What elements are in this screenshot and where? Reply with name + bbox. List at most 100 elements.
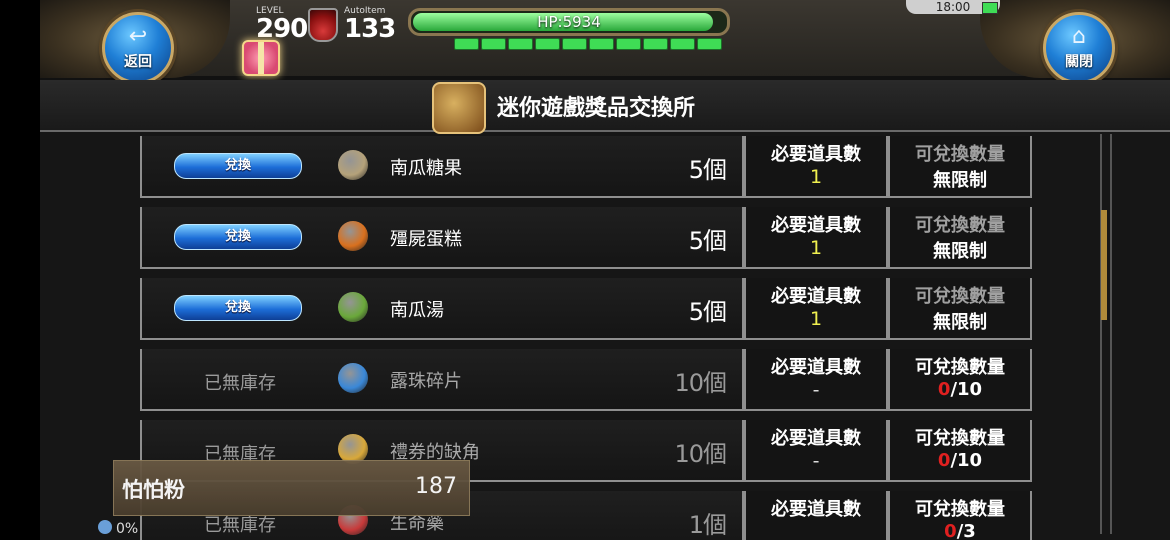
required-header: 必要道具數 <box>771 499 861 520</box>
available-cell: 可兌換數量 無限制 <box>888 278 1032 340</box>
exchange-row: 兌換 殭屍蛋糕 5個 必要道具數 1 可兌換數量 無限制 <box>140 207 1044 271</box>
autoitem-value: 133 <box>344 14 396 44</box>
available-value: 無限制 <box>933 241 987 262</box>
available-header: 可兌換數量 <box>915 215 1005 236</box>
close-button[interactable]: ⌂ 關閉 <box>1043 12 1115 84</box>
item-name: 露珠碎片 <box>390 371 462 392</box>
progress-icon <box>98 520 112 534</box>
required-cell: 必要道具數 1 <box>744 207 888 269</box>
energy-segment <box>481 38 506 50</box>
item-name: 南瓜湯 <box>390 300 444 321</box>
available-cell: 可兌換數量 0/10 <box>888 420 1032 482</box>
required-cell: 必要道具數 1 <box>744 278 888 340</box>
item-cell: 已無庫存 露珠碎片 10個 <box>140 349 744 411</box>
item-cost: 1個 <box>688 511 727 539</box>
available-header: 可兌換數量 <box>915 499 1005 520</box>
back-arrow-icon: ↩ <box>128 24 148 49</box>
energy-segment <box>454 38 479 50</box>
back-button[interactable]: ↩ 返回 <box>102 12 174 84</box>
back-button-label: 返回 <box>124 54 152 70</box>
available-value: 0/10 <box>890 379 1030 400</box>
exchange-row: 兌換 南瓜糖果 5個 必要道具數 1 可兌換數量 無限制 <box>140 136 1044 200</box>
exchange-button[interactable]: 兌換 <box>174 153 302 179</box>
required-cell: 必要道具數 1 <box>744 136 888 198</box>
exchange-button[interactable]: 兌換 <box>174 295 302 321</box>
battery-icon <box>982 2 998 14</box>
available-cell: 可兌換數量 0/3 <box>888 491 1032 540</box>
item-icon <box>338 221 368 251</box>
energy-segment <box>616 38 641 50</box>
item-cost: 5個 <box>688 156 727 184</box>
required-header: 必要道具數 <box>771 144 861 165</box>
available-total: /3 <box>956 521 976 540</box>
energy-segment <box>697 38 722 50</box>
potion-icon <box>308 8 338 42</box>
currency-amount: 187 <box>415 474 457 499</box>
required-header: 必要道具數 <box>771 357 861 378</box>
item-icon <box>338 292 368 322</box>
energy-segment <box>670 38 695 50</box>
currency-panel: 怕怕粉 187 <box>113 460 470 516</box>
autoitem-display: AutoItem 133 <box>344 6 396 44</box>
energy-segment <box>535 38 560 50</box>
available-header: 可兌換數量 <box>915 428 1005 449</box>
currency-name: 怕怕粉 <box>122 478 185 502</box>
available-used: 0 <box>937 379 951 400</box>
item-cost: 10個 <box>674 369 727 397</box>
item-cell: 兌換 殭屍蛋糕 5個 <box>140 207 744 269</box>
available-header: 可兌換數量 <box>915 144 1005 165</box>
close-button-label: 關閉 <box>1065 54 1093 70</box>
item-cost: 5個 <box>688 227 727 255</box>
available-value: 0/10 <box>890 450 1030 471</box>
required-value: 1 <box>809 237 823 259</box>
required-cell: 必要道具數 - <box>744 420 888 482</box>
gift-icon[interactable] <box>242 40 280 76</box>
required-value: - <box>812 450 820 472</box>
hp-text: HP:5934 <box>537 13 601 31</box>
home-icon: ⌂ <box>1072 24 1086 49</box>
exchange-row: 兌換 南瓜湯 5個 必要道具數 1 可兌換數量 無限制 <box>140 278 1044 342</box>
required-value: - <box>812 379 820 401</box>
required-value: 1 <box>809 308 823 330</box>
hp-bar: HP:5934 <box>408 8 730 36</box>
level-display: LEVEL 290 <box>256 6 308 42</box>
available-cell: 可兌換數量 0/10 <box>888 349 1032 411</box>
available-value: 無限制 <box>933 312 987 333</box>
required-cell: 必要道具數 <box>744 491 888 540</box>
available-header: 可兌換數量 <box>915 286 1005 307</box>
item-icon <box>338 363 368 393</box>
required-header: 必要道具數 <box>771 215 861 236</box>
item-name: 南瓜糖果 <box>390 158 462 179</box>
item-cost: 5個 <box>688 298 727 326</box>
available-cell: 可兌換數量 無限制 <box>888 136 1032 198</box>
energy-segment <box>562 38 587 50</box>
progress-percent: 0% <box>116 521 139 537</box>
scrollbar-thumb[interactable] <box>1101 210 1107 320</box>
exchange-shop-icon <box>432 82 486 134</box>
available-value: 0/3 <box>890 521 1030 540</box>
scrollbar-track[interactable] <box>1100 134 1112 534</box>
required-header: 必要道具數 <box>771 286 861 307</box>
available-used: 0 <box>944 521 957 540</box>
available-total: /10 <box>950 379 983 400</box>
item-cell: 兌換 南瓜湯 5個 <box>140 278 744 340</box>
item-icon <box>338 150 368 180</box>
energy-segment <box>589 38 614 50</box>
item-name: 殭屍蛋糕 <box>390 229 462 250</box>
item-cell: 兌換 南瓜糖果 5個 <box>140 136 744 198</box>
required-header: 必要道具數 <box>771 428 861 449</box>
game-screen: ↩ 返回 ⌂ 關閉 LEVEL 290 AutoItem 133 HP:5934… <box>0 0 1170 540</box>
available-cell: 可兌換數量 無限制 <box>888 207 1032 269</box>
item-cost: 10個 <box>674 440 727 468</box>
available-header: 可兌換數量 <box>915 357 1005 378</box>
energy-segment <box>508 38 533 50</box>
out-of-stock-label: 已無庫存 <box>204 373 276 394</box>
exchange-row: 已無庫存 露珠碎片 10個 必要道具數 - 可兌換數量 0/10 <box>140 349 1044 413</box>
available-used: 0 <box>937 450 951 471</box>
exchange-button[interactable]: 兌換 <box>174 224 302 250</box>
required-value: 1 <box>809 166 823 188</box>
available-total: /10 <box>950 450 983 471</box>
energy-segment <box>643 38 668 50</box>
required-cell: 必要道具數 - <box>744 349 888 411</box>
available-value: 無限制 <box>933 170 987 191</box>
